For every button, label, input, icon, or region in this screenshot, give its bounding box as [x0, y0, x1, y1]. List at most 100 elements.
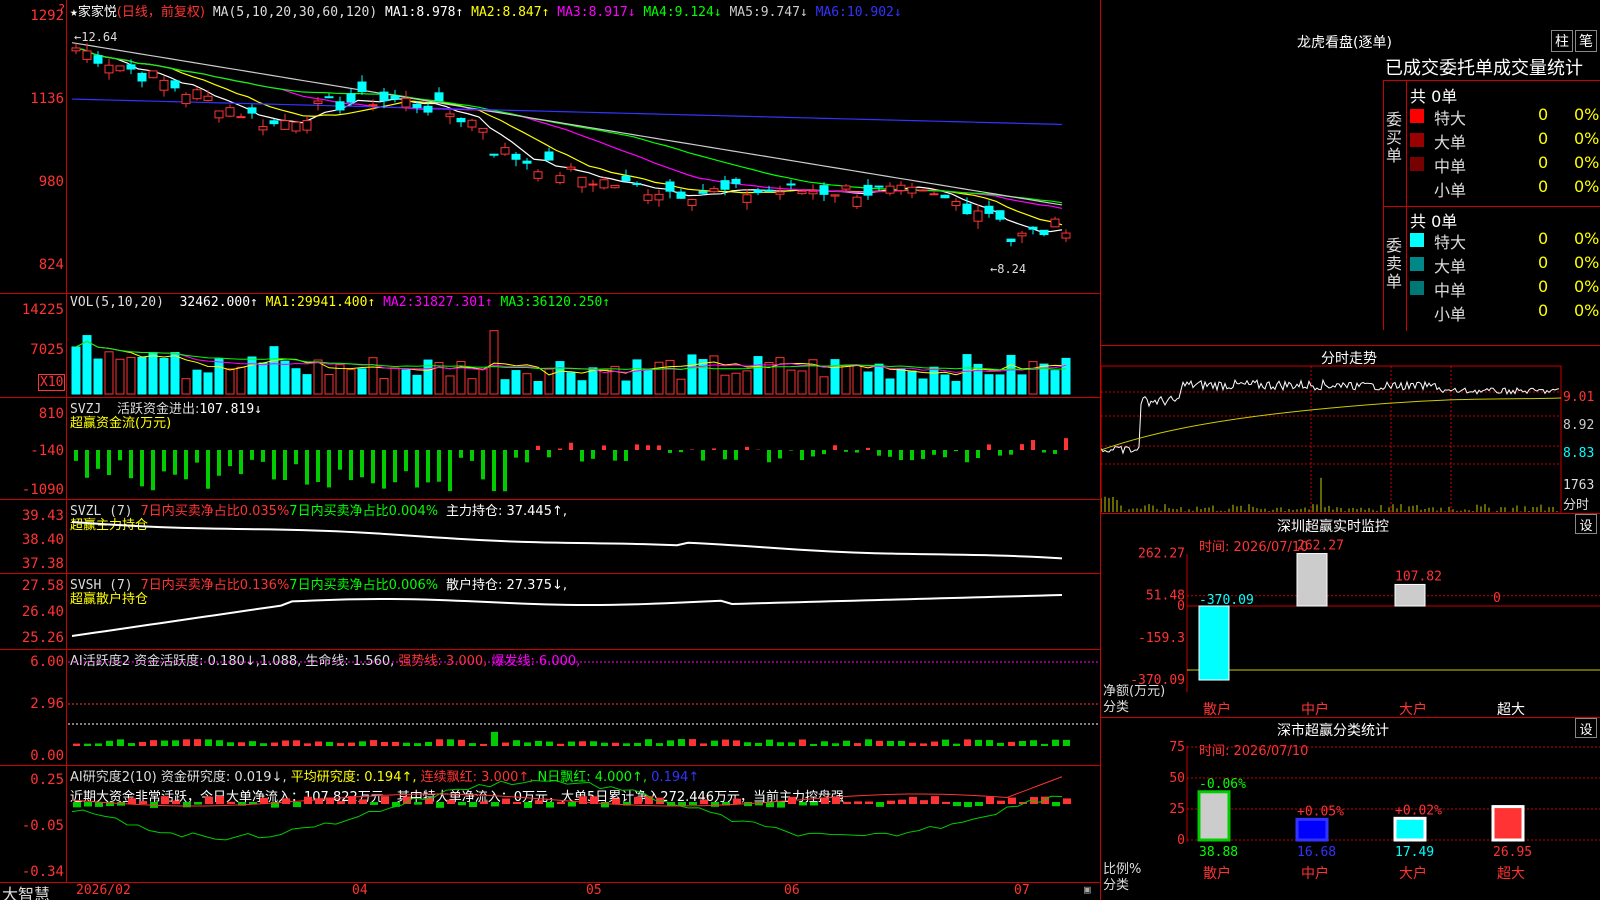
volume-bar: [71, 346, 81, 395]
ai-activity-pane[interactable]: 6.00 2.96 0.00 AI活跃度2 资金活跃度: 0.180↓,1.08…: [0, 650, 1100, 766]
research-bar: [1052, 802, 1060, 807]
row-pct: 0%: [1574, 301, 1600, 320]
flow-bar: [921, 450, 925, 459]
sz-monitor-value: 107.82: [1395, 569, 1442, 584]
flow-bar: [250, 450, 254, 460]
svzj-pane[interactable]: 810 -140 -1090 SVZJ 活跃资金进出:107.819↓ 超赢资金…: [0, 398, 1100, 500]
activity-bar: [524, 742, 531, 746]
volume-bar: [148, 351, 158, 395]
candle: [203, 95, 213, 101]
volume-bar: [126, 357, 136, 395]
activity-bar: [920, 743, 927, 746]
row-pct: 0%: [1574, 277, 1600, 296]
activity-bar: [887, 740, 894, 746]
price-pane[interactable]: 1292 1136 980 824 ? ★家家悦(日线，前复权) MA(5,10…: [0, 0, 1100, 294]
activity-bar: [843, 740, 850, 746]
research-bar: [898, 799, 906, 804]
activity-bar: [337, 743, 344, 746]
flow-bar: [558, 448, 562, 450]
research-bar: [601, 802, 609, 808]
research-bar: [205, 796, 213, 804]
research-bar: [227, 801, 235, 804]
tick-mode-button[interactable]: 笔: [1575, 30, 1597, 52]
volume-bar: [830, 359, 840, 395]
row-value: 0: [1538, 301, 1549, 320]
candle: [225, 107, 235, 117]
activity-bar: [821, 741, 828, 746]
swatch: [1410, 133, 1424, 147]
activity-bar: [590, 741, 597, 746]
volume-pane[interactable]: 14225 7025 X10 VOL(5,10,20) 32462.000↑ M…: [0, 294, 1100, 398]
candle: [324, 96, 334, 99]
flow-bar: [316, 450, 320, 482]
flow-bar: [547, 450, 551, 458]
intraday-panel[interactable]: 分时走势 9.01 8.92 8.83 1763 分时: [1100, 346, 1600, 514]
flow-bar: [162, 450, 166, 472]
candle: [797, 190, 807, 195]
flow-bar: [745, 446, 749, 450]
candle: [962, 203, 972, 215]
activity-bar: [414, 743, 421, 746]
volume-bar: [907, 370, 917, 395]
swatch: [1410, 233, 1424, 247]
candle: [379, 91, 389, 102]
candlestick-chart[interactable]: [0, 0, 1100, 294]
svzl-chart: [71, 521, 1063, 560]
candle: [291, 121, 301, 132]
flow-bar: [481, 450, 485, 480]
sz-monitor-value: -370.09: [1199, 593, 1254, 608]
research-bar: [689, 802, 697, 805]
sz-class-value: 17.49: [1395, 845, 1434, 860]
lock-icon[interactable]: ▣: [1084, 883, 1091, 896]
research-line: [71, 779, 1063, 841]
volume-bar: [379, 378, 389, 395]
activity-bar: [1052, 739, 1059, 746]
candle: [577, 176, 587, 188]
sz-class-value: 16.68: [1297, 845, 1336, 860]
sell-row: 小单 0 0%: [1410, 301, 1600, 324]
candle: [1017, 232, 1027, 237]
volume-bar: [423, 359, 433, 395]
svsh-chart: [71, 594, 1063, 637]
volume-bar: [258, 362, 268, 395]
flow-bar: [140, 450, 144, 487]
volume-bar: [687, 354, 697, 395]
sz-class-value: 26.95: [1493, 845, 1532, 860]
svzl-pane[interactable]: 39.43 38.40 37.38 SVZL (7) 7日内买卖净占比0.035…: [0, 500, 1100, 574]
volume-bar: [874, 363, 884, 395]
candle: [445, 113, 455, 118]
bar-mode-button[interactable]: 柱: [1551, 30, 1573, 52]
volume-bar: [269, 346, 279, 395]
research-bar: [733, 798, 741, 804]
activity-bar: [216, 740, 223, 746]
research-bar: [370, 802, 378, 805]
sell-row: 中单 0 0%: [1410, 277, 1600, 300]
volume-bar: [357, 368, 367, 395]
volume-bar: [698, 359, 708, 395]
row-label: 中单: [1434, 281, 1467, 300]
volume-bar: [236, 366, 246, 395]
research-bar: [711, 802, 719, 807]
flow-bar: [448, 450, 452, 492]
activity-bar: [568, 741, 575, 746]
activity-bar: [942, 739, 949, 746]
flow-bar: [525, 450, 529, 463]
volume-bar: [665, 359, 675, 395]
research-bar: [183, 802, 191, 808]
activity-bar: [1041, 743, 1048, 746]
ai-research-pane[interactable]: 0.25 -0.05 -0.34 AI研究度2(10) 资金研究度: 0.019…: [0, 766, 1100, 882]
ai-research-chart: [71, 776, 1071, 841]
volume-bar: [632, 359, 642, 395]
candle: [742, 194, 752, 203]
candle: [467, 119, 477, 128]
svsh-pane[interactable]: 27.58 26.40 25.26 SVSH (7) 7日内买卖净占比0.136…: [0, 574, 1100, 650]
candle: [159, 79, 169, 91]
research-bar: [139, 801, 147, 804]
activity-bar: [117, 739, 124, 746]
volume-bar: [775, 357, 785, 395]
sz-monitor-panel: 深圳超赢实时监控 设 时间: 2026/07/10 净额(万元) 分类 262.…: [1100, 514, 1600, 718]
row-pct: 0%: [1574, 105, 1600, 124]
candle: [621, 175, 631, 182]
research-bar: [579, 796, 587, 804]
sz-class-bar: [1197, 790, 1231, 842]
